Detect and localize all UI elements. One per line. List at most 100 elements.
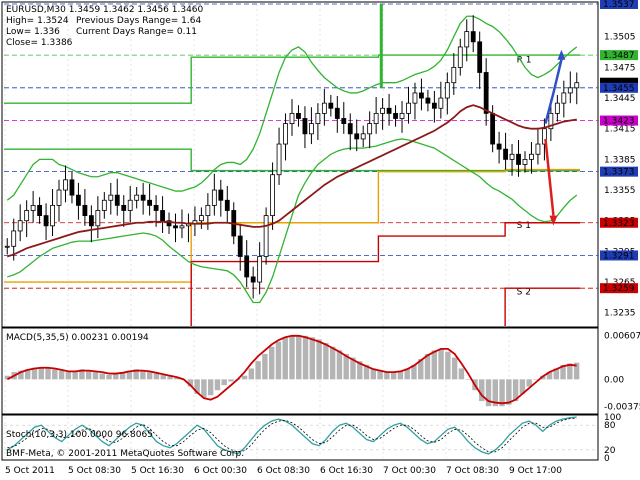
candle-body [438,97,444,109]
price-y-tick: 1.3445 [604,94,636,104]
macd-histogram-bar [248,368,255,380]
candle-body [11,230,17,247]
x-tick-label: 7 Oct 08:30 [446,466,499,476]
macd-histogram-bar [289,335,295,380]
candle-body [263,215,269,257]
macd-title: MACD(5,35,5) 0.00231 0.00194 [6,333,149,343]
macd-histogram-bar [45,367,51,380]
candle-body [101,199,107,211]
previous-days-range: Previous Days Range= 1.64 [76,16,201,26]
copyright: BMF-Meta, © 2001-2011 MetaQuotes Softwar… [6,449,244,459]
x-tick-label: 5 Oct 2011 [5,466,55,476]
candle-body [140,194,146,201]
candle-body [50,204,55,227]
macd-histogram-bar [323,343,329,380]
macd-histogram-bar [241,375,248,380]
macd-histogram-bar [390,372,397,380]
candle-body [69,179,75,196]
candle-body [56,189,62,206]
candle-body [516,153,521,165]
chart-svg: R 1S 1S 2 1.35051.34751.34451.34151.3385… [1,0,640,476]
price-y-tick: 1.3235 [604,309,636,319]
x-tick-label: 7 Oct 00:30 [383,466,436,476]
y-axis-labels: 1.35051.34751.34451.34151.33851.33551.33… [600,0,640,464]
candle-body [354,133,360,140]
candle-body [406,102,411,114]
macd-histogram-bar [228,379,234,382]
candle-body [250,276,256,283]
candle-body [179,225,185,229]
candle-body [283,123,288,145]
macd-histogram-bar [499,379,505,407]
price-label-text: 1.3537 [603,0,635,10]
macd-histogram-bar [384,372,390,380]
macd-histogram-bar [85,370,92,380]
macd-y-tick: 0.00607 [604,331,640,341]
candle-body [315,112,321,124]
candle-body [88,215,94,227]
macd-histogram-bar [153,373,160,380]
candle-body [276,143,282,176]
price-label-text: 1.3423 [603,117,635,127]
x-tick-label: 5 Oct 16:30 [131,466,184,476]
low-value: Low= 1.336 [6,27,60,37]
candle-body [127,199,133,211]
candle-body [63,179,68,191]
candle-body [503,148,508,160]
macd-histogram-bar [99,373,105,380]
candle-body [82,204,88,216]
macd-histogram-bar [302,335,309,380]
candle-body [373,112,379,124]
candle-body [464,31,470,48]
macd-histogram-bar [275,341,282,380]
symbol-line: EURUSD,M30 1.3459 1.3462 1.3456 1.3460 [6,5,204,15]
candle-body [4,245,10,248]
candle-body [509,153,515,160]
macd-histogram-bar [282,337,288,380]
price-label-text: 1.3259 [603,284,635,294]
candle-body [334,107,340,119]
candle-body [218,189,224,201]
price-label-text: 1.3487 [603,51,635,61]
x-tick-label: 6 Oct 00:30 [194,466,247,476]
macd-histogram-bar [207,379,214,396]
candle-body [451,66,457,84]
candle-body [386,107,392,114]
x-tick-label: 6 Oct 08:30 [257,466,310,476]
macd-histogram-bar [336,350,343,380]
macd-histogram-bar [52,369,58,380]
macd-histogram-bar [262,353,268,380]
candle-body [76,194,81,206]
macd-histogram-bar [106,374,112,380]
macd-histogram-bar [451,357,458,380]
candle-body [95,210,101,227]
candle-body [457,46,463,68]
candle-body [431,102,437,109]
candle-body [134,194,140,201]
candle-body [224,199,230,211]
x-tick-label: 5 Oct 08:30 [68,466,121,476]
candle-body [244,256,250,278]
candle-body [419,92,424,99]
candle-body [37,204,42,216]
price-label-text: 1.3323 [603,219,635,229]
macd-histogram-bar [465,379,471,380]
macd-histogram-bar [65,372,72,380]
candle-body [114,194,120,206]
price-panel-frame [1,1,599,328]
candle-body [296,112,301,119]
macd-histogram-bar [316,339,322,380]
candle-body [341,118,347,125]
candle-body [121,204,127,211]
candle-body [574,82,580,89]
candle-body [567,87,573,94]
candle-body [380,107,386,114]
candle-body [522,158,528,165]
candle-body [393,112,398,119]
price-y-tick: 1.3475 [604,63,636,73]
candle-body [147,199,153,206]
high-value: High= 1.3524 [6,16,69,26]
macd-histogram-bar [438,348,444,380]
candle-body [399,112,405,119]
macd-histogram-bar [201,379,207,398]
